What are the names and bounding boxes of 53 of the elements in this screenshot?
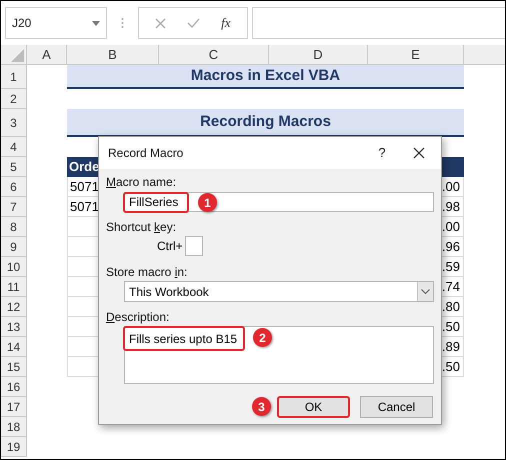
step-badge: 2 — [253, 328, 272, 347]
column-header[interactable]: D — [269, 45, 368, 64]
column-header[interactable]: B — [67, 45, 159, 64]
ok-button[interactable]: OK — [277, 396, 350, 418]
window-title: Record Macro — [108, 145, 184, 162]
store-macro-dropdown[interactable]: This Workbook — [124, 281, 434, 302]
row-header[interactable]: 2 — [1, 89, 27, 109]
field-label: Description: — [106, 311, 170, 324]
field-label: Store macro in: — [106, 266, 188, 279]
column-header[interactable]: A — [27, 45, 67, 64]
select-all-icon[interactable] — [11, 49, 24, 62]
row-header[interactable]: 4 — [1, 137, 27, 157]
insert-function-button[interactable]: fx — [221, 13, 231, 33]
row-header[interactable]: 10 — [1, 257, 27, 277]
row-header[interactable]: 14 — [1, 337, 27, 357]
row-header[interactable]: 19 — [1, 437, 27, 457]
grip-icon — [121, 17, 124, 29]
formula-input[interactable] — [252, 7, 505, 39]
macro-name-field[interactable]: FillSeries 1 — [124, 192, 434, 212]
shortcut-key-field[interactable] — [184, 236, 203, 256]
row-header[interactable]: 5 — [1, 157, 27, 177]
step-badge: 1 — [198, 193, 217, 212]
help-button[interactable]: ? — [367, 143, 397, 163]
description-field[interactable]: Fills series upto B15 2 — [124, 326, 434, 384]
title-banner: Macros in Excel VBA — [67, 65, 464, 89]
row-header[interactable]: 3 — [1, 109, 27, 137]
row-header[interactable]: 16 — [1, 377, 27, 397]
subtitle-banner: Recording Macros — [67, 109, 464, 137]
chevron-down-icon — [421, 289, 430, 294]
caret-icon — [92, 20, 100, 26]
cell-reference: J20 — [12, 15, 32, 32]
row-header[interactable]: 11 — [1, 277, 27, 297]
row-header[interactable]: 6 — [1, 177, 27, 197]
column-header[interactable]: C — [159, 45, 269, 64]
row-header[interactable]: 12 — [1, 297, 27, 317]
close-icon[interactable] — [413, 147, 425, 159]
row-header[interactable]: 15 — [1, 357, 27, 377]
row-header[interactable]: 8 — [1, 217, 27, 237]
highlight-frame — [123, 192, 189, 213]
row-header[interactable]: 7 — [1, 197, 27, 217]
row-header[interactable]: 9 — [1, 237, 27, 257]
column-header[interactable]: E — [368, 45, 464, 64]
column-heading: Orde — [68, 158, 100, 176]
checkmark-icon[interactable] — [187, 18, 200, 28]
row-header[interactable]: 17 — [1, 397, 27, 417]
field-label: Shortcut key: — [106, 221, 178, 234]
name-box[interactable]: J20 — [5, 7, 107, 39]
row-header[interactable]: 13 — [1, 317, 27, 337]
row-header[interactable]: 1 — [1, 65, 27, 89]
field-label: Ctrl+ — [157, 238, 183, 255]
cancel-button[interactable]: Cancel — [360, 396, 433, 418]
row-header[interactable]: 18 — [1, 417, 27, 437]
step-badge: 3 — [252, 397, 271, 416]
